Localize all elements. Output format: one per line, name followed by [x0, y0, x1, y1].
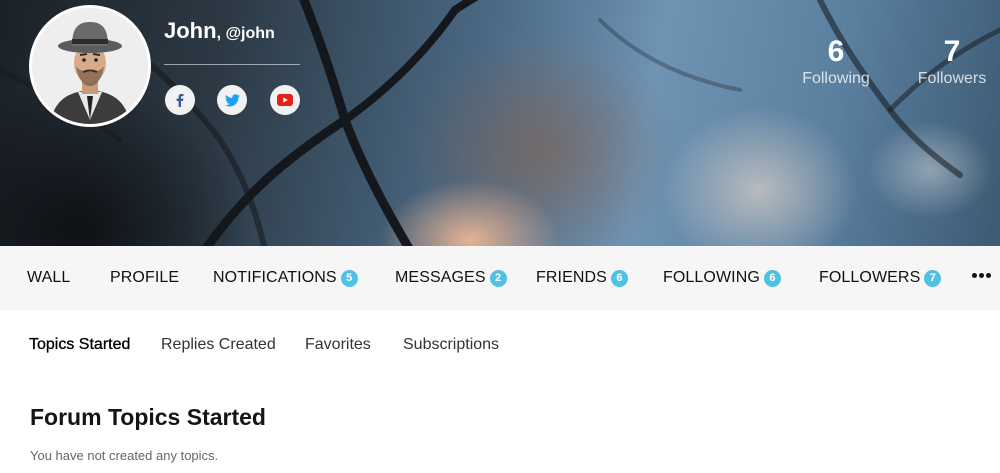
profile-cover: John, @john 6 Following 7 Followers [0, 0, 1000, 246]
avatar-photo [32, 8, 148, 124]
user-name: John, @john [164, 18, 275, 44]
nav-item-following[interactable]: FOLLOWING 6 [663, 246, 781, 310]
display-name: John [164, 18, 217, 43]
messages-badge: 2 [489, 269, 507, 287]
tab-replies-created[interactable]: Replies Created [161, 336, 276, 354]
followers-count[interactable]: 7 Followers [915, 36, 989, 90]
nav-item-friends[interactable]: FRIENDS 6 [536, 246, 628, 310]
followers-badge: 7 [924, 269, 942, 287]
nav-item-followers[interactable]: FOLLOWERS 7 [819, 246, 942, 310]
twitter-link[interactable] [217, 85, 247, 115]
nav-item-profile[interactable]: PROFILE [110, 246, 179, 310]
nav-item-messages[interactable]: MESSAGES 2 [395, 246, 507, 310]
forum-subnav: Topics Started Replies Created Favorites… [0, 336, 1000, 366]
page-title: Forum Topics Started [30, 404, 266, 430]
nav-item-label: WALL [27, 269, 71, 286]
followers-count-label: Followers [917, 70, 987, 87]
following-count-label: Following [802, 70, 870, 87]
youtube-link[interactable] [270, 85, 300, 115]
tab-subscriptions[interactable]: Subscriptions [403, 336, 499, 354]
followers-count-value: 7 [943, 35, 961, 68]
more-dot [979, 272, 984, 278]
nav-item-wall[interactable]: WALL [27, 246, 70, 310]
twitter-icon [224, 93, 240, 106]
nav-item-notifications[interactable]: NOTIFICATIONS 5 [213, 246, 358, 310]
following-count[interactable]: 6 Following [800, 36, 872, 90]
nav-item-label: FRIENDS [536, 269, 607, 286]
more-dot [972, 272, 977, 278]
youtube-icon [277, 94, 293, 106]
notifications-badge: 5 [340, 269, 358, 287]
more-dot [986, 272, 991, 278]
facebook-link[interactable] [165, 85, 195, 115]
profile-nav: WALL PROFILE NOTIFICATIONS 5 MESSAGES 2 … [0, 246, 1000, 310]
username-handle: , @john [216, 25, 275, 42]
more-dots-icon[interactable] [972, 270, 994, 280]
following-badge: 6 [763, 269, 781, 287]
nav-item-label: FOLLOWING [663, 269, 760, 286]
nav-item-label: FOLLOWERS [819, 269, 921, 286]
nav-item-label: PROFILE [110, 269, 180, 286]
tab-favorites[interactable]: Favorites [305, 336, 371, 354]
tab-topics-started[interactable]: Topics Started [29, 336, 131, 354]
nav-item-label: NOTIFICATIONS [213, 269, 337, 286]
nav-item-label: MESSAGES [395, 269, 486, 286]
facebook-icon [176, 93, 184, 107]
avatar[interactable] [29, 5, 151, 127]
friends-badge: 6 [610, 269, 628, 287]
following-count-value: 6 [827, 35, 845, 68]
divider [164, 64, 300, 65]
empty-state-message: You have not created any topics. [30, 448, 219, 463]
